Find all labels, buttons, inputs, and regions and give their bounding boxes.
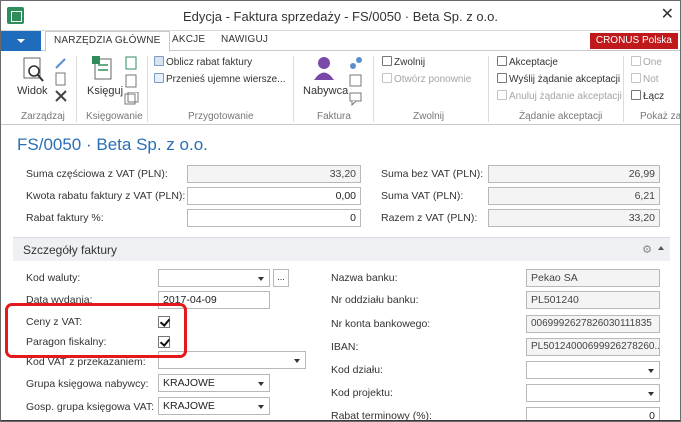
group-label-invoice: Faktura (317, 111, 351, 122)
statistics-icon[interactable] (349, 74, 363, 88)
delete-x-icon[interactable] (53, 89, 69, 103)
app-window: Edycja - Faktura sprzedaży - FS/0050 · B… (0, 0, 681, 422)
post-button[interactable]: Księguj (87, 85, 123, 97)
group-label-show-attached: Pokaż za (640, 111, 681, 122)
bank-name-field: Pekao SA (526, 269, 660, 287)
total-excl-vat-label: Suma bez VAT (PLN): (381, 168, 484, 180)
title-bar: Edycja - Faktura sprzedaży - FS/0050 · B… (1, 1, 680, 31)
inv-discount-incl-vat-field[interactable]: 0,00 (187, 187, 361, 205)
iban-field: PL50124000699926278260... (526, 338, 660, 356)
vat-bus-posting-group-select[interactable]: KRAJOWE (158, 397, 270, 415)
links-button[interactable]: Łącz (631, 90, 664, 102)
inv-discount-pct-field[interactable]: 0 (187, 209, 361, 227)
bank-branch-field: PL501240 (526, 291, 660, 309)
onenote-icon (631, 56, 641, 66)
group-label-manage: Zarządzaj (21, 111, 65, 122)
customer-posting-group-select[interactable]: KRAJOWE (158, 374, 270, 392)
view-button[interactable]: Widok (17, 85, 48, 97)
new-doc-icon[interactable] (53, 72, 69, 86)
total-vat-label: Suma VAT (PLN): (381, 190, 464, 202)
comments-icon[interactable] (349, 92, 363, 106)
calculator-icon (154, 56, 164, 66)
window-title: Edycja - Faktura sprzedaży - FS/0050 · B… (182, 9, 499, 24)
file-menu-button[interactable] (1, 31, 41, 51)
vat-bus-posting-group-label: Gosp. grupa księgowa VAT: (26, 401, 155, 413)
total-excl-vat-field: 26,99 (488, 165, 660, 183)
currency-code-label: Kod waluty: (26, 272, 81, 284)
group-label-approval-request: Żądanie akceptacji (519, 111, 603, 122)
release-doc-icon (382, 56, 392, 66)
project-code-select[interactable] (526, 384, 660, 402)
bank-account-label: Nr konta bankowego: (331, 318, 431, 330)
customer-button[interactable]: Nabywca (303, 85, 348, 97)
notes-icon (631, 73, 641, 83)
post-print-icon[interactable] (123, 74, 139, 88)
page-title: FS/0050 · Beta Sp. z o.o. (17, 135, 208, 154)
group-label-release: Zwolnij (413, 111, 445, 122)
calc-invoice-discount-button[interactable]: Oblicz rabat faktury (154, 56, 252, 68)
dept-code-label: Kod działu: (331, 364, 383, 376)
ribbon: Widok Zarządzaj Księguj Księgowanie Obli… (1, 52, 680, 125)
total-vat-field: 6,21 (488, 187, 660, 205)
group-separator (488, 56, 489, 122)
group-separator (147, 56, 148, 122)
bank-name-label: Nazwa banku: (331, 272, 398, 284)
move-negative-lines-button[interactable]: Przenieś ujemne wiersze... (154, 73, 286, 85)
edit-pencil-icon[interactable] (53, 56, 69, 70)
cancel-approval-icon (497, 90, 507, 100)
person-icon (314, 57, 334, 80)
send-approval-icon (497, 73, 507, 83)
group-separator (76, 56, 77, 122)
magnifier-doc-icon (23, 57, 44, 82)
move-lines-icon (154, 73, 164, 83)
release-button[interactable]: Zwolnij (382, 56, 425, 68)
fasttab-title: Szczegóły faktury (23, 243, 118, 257)
total-incl-vat-label: Razem z VAT (PLN): (381, 212, 478, 224)
tab-navigate[interactable]: NAWIGUJ (221, 34, 268, 45)
bank-account-field: 0069992627826030111835 (526, 315, 660, 333)
onenote-button[interactable]: One (631, 56, 662, 68)
bank-branch-label: Nr oddziału banku: (331, 294, 419, 306)
approvals-button[interactable]: Akceptacje (497, 56, 558, 68)
send-approval-request-button[interactable]: Wyślij żądanie akceptacji (497, 73, 620, 85)
post-doc-icon (92, 56, 112, 80)
reopen-doc-icon (382, 73, 392, 83)
iban-label: IBAN: (331, 341, 359, 353)
project-code-label: Kod projektu: (331, 387, 393, 399)
customer-posting-group-label: Grupa księgowa nabywcy: (26, 378, 149, 390)
annotation-highlight (5, 303, 187, 358)
inv-discount-pct-label: Rabat faktury %: (26, 212, 104, 224)
link-icon (631, 90, 641, 100)
subtotal-incl-vat-label: Suma częściowa z VAT (PLN): (26, 168, 168, 180)
group-separator (623, 56, 624, 122)
total-incl-vat-field: 33,20 (488, 209, 660, 227)
invoice-details-fasttab[interactable]: Szczegóły faktury ⚙ (13, 237, 670, 261)
group-separator (373, 56, 374, 122)
company-badge[interactable]: CRONUS Polska (589, 33, 678, 49)
inv-discount-incl-vat-label: Kwota rabatu faktury z VAT (PLN): (26, 190, 186, 202)
dept-code-select[interactable] (526, 361, 660, 379)
dimensions-icon[interactable] (349, 56, 363, 70)
notes-button[interactable]: Not (631, 73, 659, 85)
ribbon-tabs: NARZĘDZIA GŁÓWNE AKCJE NAWIGUJ CRONUS Po… (1, 31, 680, 52)
currency-code-lookup-button[interactable]: ... (273, 269, 289, 287)
post-preview-icon[interactable] (123, 56, 139, 70)
cancel-approval-request-button[interactable]: Anuluj żądanie akceptacji (497, 90, 622, 102)
group-label-posting: Księgowanie (86, 111, 143, 122)
group-label-prepare: Przygotowanie (188, 111, 254, 122)
approval-doc-icon (497, 56, 507, 66)
currency-code-select[interactable] (158, 269, 270, 287)
group-separator (293, 56, 294, 122)
post-batch-icon[interactable] (123, 92, 139, 106)
subtotal-incl-vat-field: 33,20 (187, 165, 361, 183)
tab-actions[interactable]: AKCJE (172, 34, 205, 45)
tab-home[interactable]: NARZĘDZIA GŁÓWNE (45, 31, 170, 52)
reopen-button[interactable]: Otwórz ponownie (382, 73, 471, 85)
gear-icon[interactable]: ⚙ (642, 243, 652, 256)
chevron-up-icon[interactable] (658, 246, 664, 250)
close-icon[interactable]: ✕ (661, 7, 674, 23)
